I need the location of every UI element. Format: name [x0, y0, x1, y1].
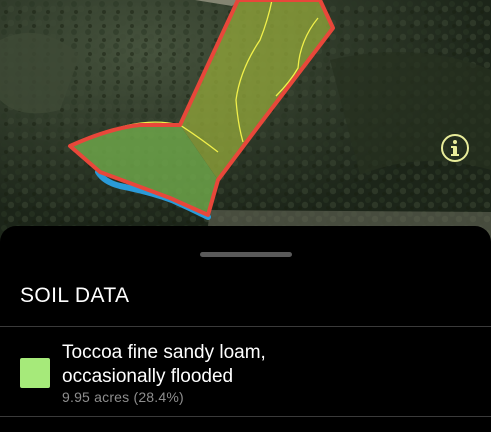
- satellite-map[interactable]: [0, 0, 491, 250]
- soil-name: Toccoa fine sandy loam, occasionally flo…: [62, 341, 392, 389]
- soil-data-sheet[interactable]: SOIL DATA Toccoa fine sandy loam, occasi…: [0, 226, 491, 432]
- sheet-title: SOIL DATA: [20, 284, 130, 307]
- soil-list-item[interactable]: Toccoa fine sandy loam, occasionally flo…: [0, 327, 491, 416]
- drag-handle[interactable]: [200, 252, 292, 257]
- soil-name-line1: Toccoa fine sandy loam,: [62, 342, 266, 363]
- info-icon[interactable]: [441, 134, 469, 162]
- map-canvas[interactable]: [0, 0, 491, 250]
- soil-acreage: 9.95 acres (28.4%): [62, 389, 184, 405]
- info-icon-dot: [453, 140, 457, 144]
- soil-color-swatch: [20, 358, 50, 388]
- divider: [0, 416, 491, 417]
- info-icon-foot: [451, 154, 459, 156]
- soil-map-screen: SOIL DATA Toccoa fine sandy loam, occasi…: [0, 0, 491, 432]
- soil-name-line2: occasionally flooded: [62, 366, 234, 387]
